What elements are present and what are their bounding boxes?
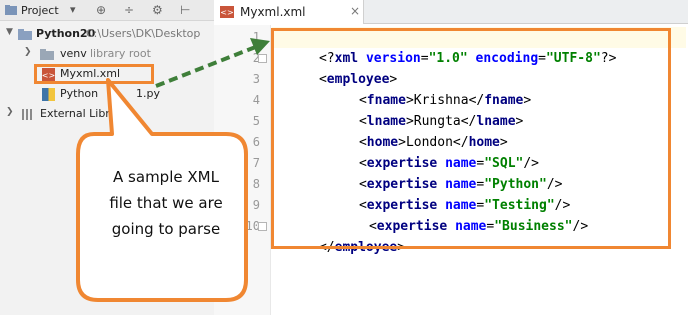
annotation-overlay (76, 38, 270, 302)
callout-line: going to parse (111, 220, 221, 238)
callout-text: A sample XML file that we are going to p… (86, 164, 246, 242)
callout-line: A sample XML (113, 168, 219, 186)
callout-line: file that we are (109, 194, 223, 212)
dashed-arrow-line (155, 44, 259, 88)
